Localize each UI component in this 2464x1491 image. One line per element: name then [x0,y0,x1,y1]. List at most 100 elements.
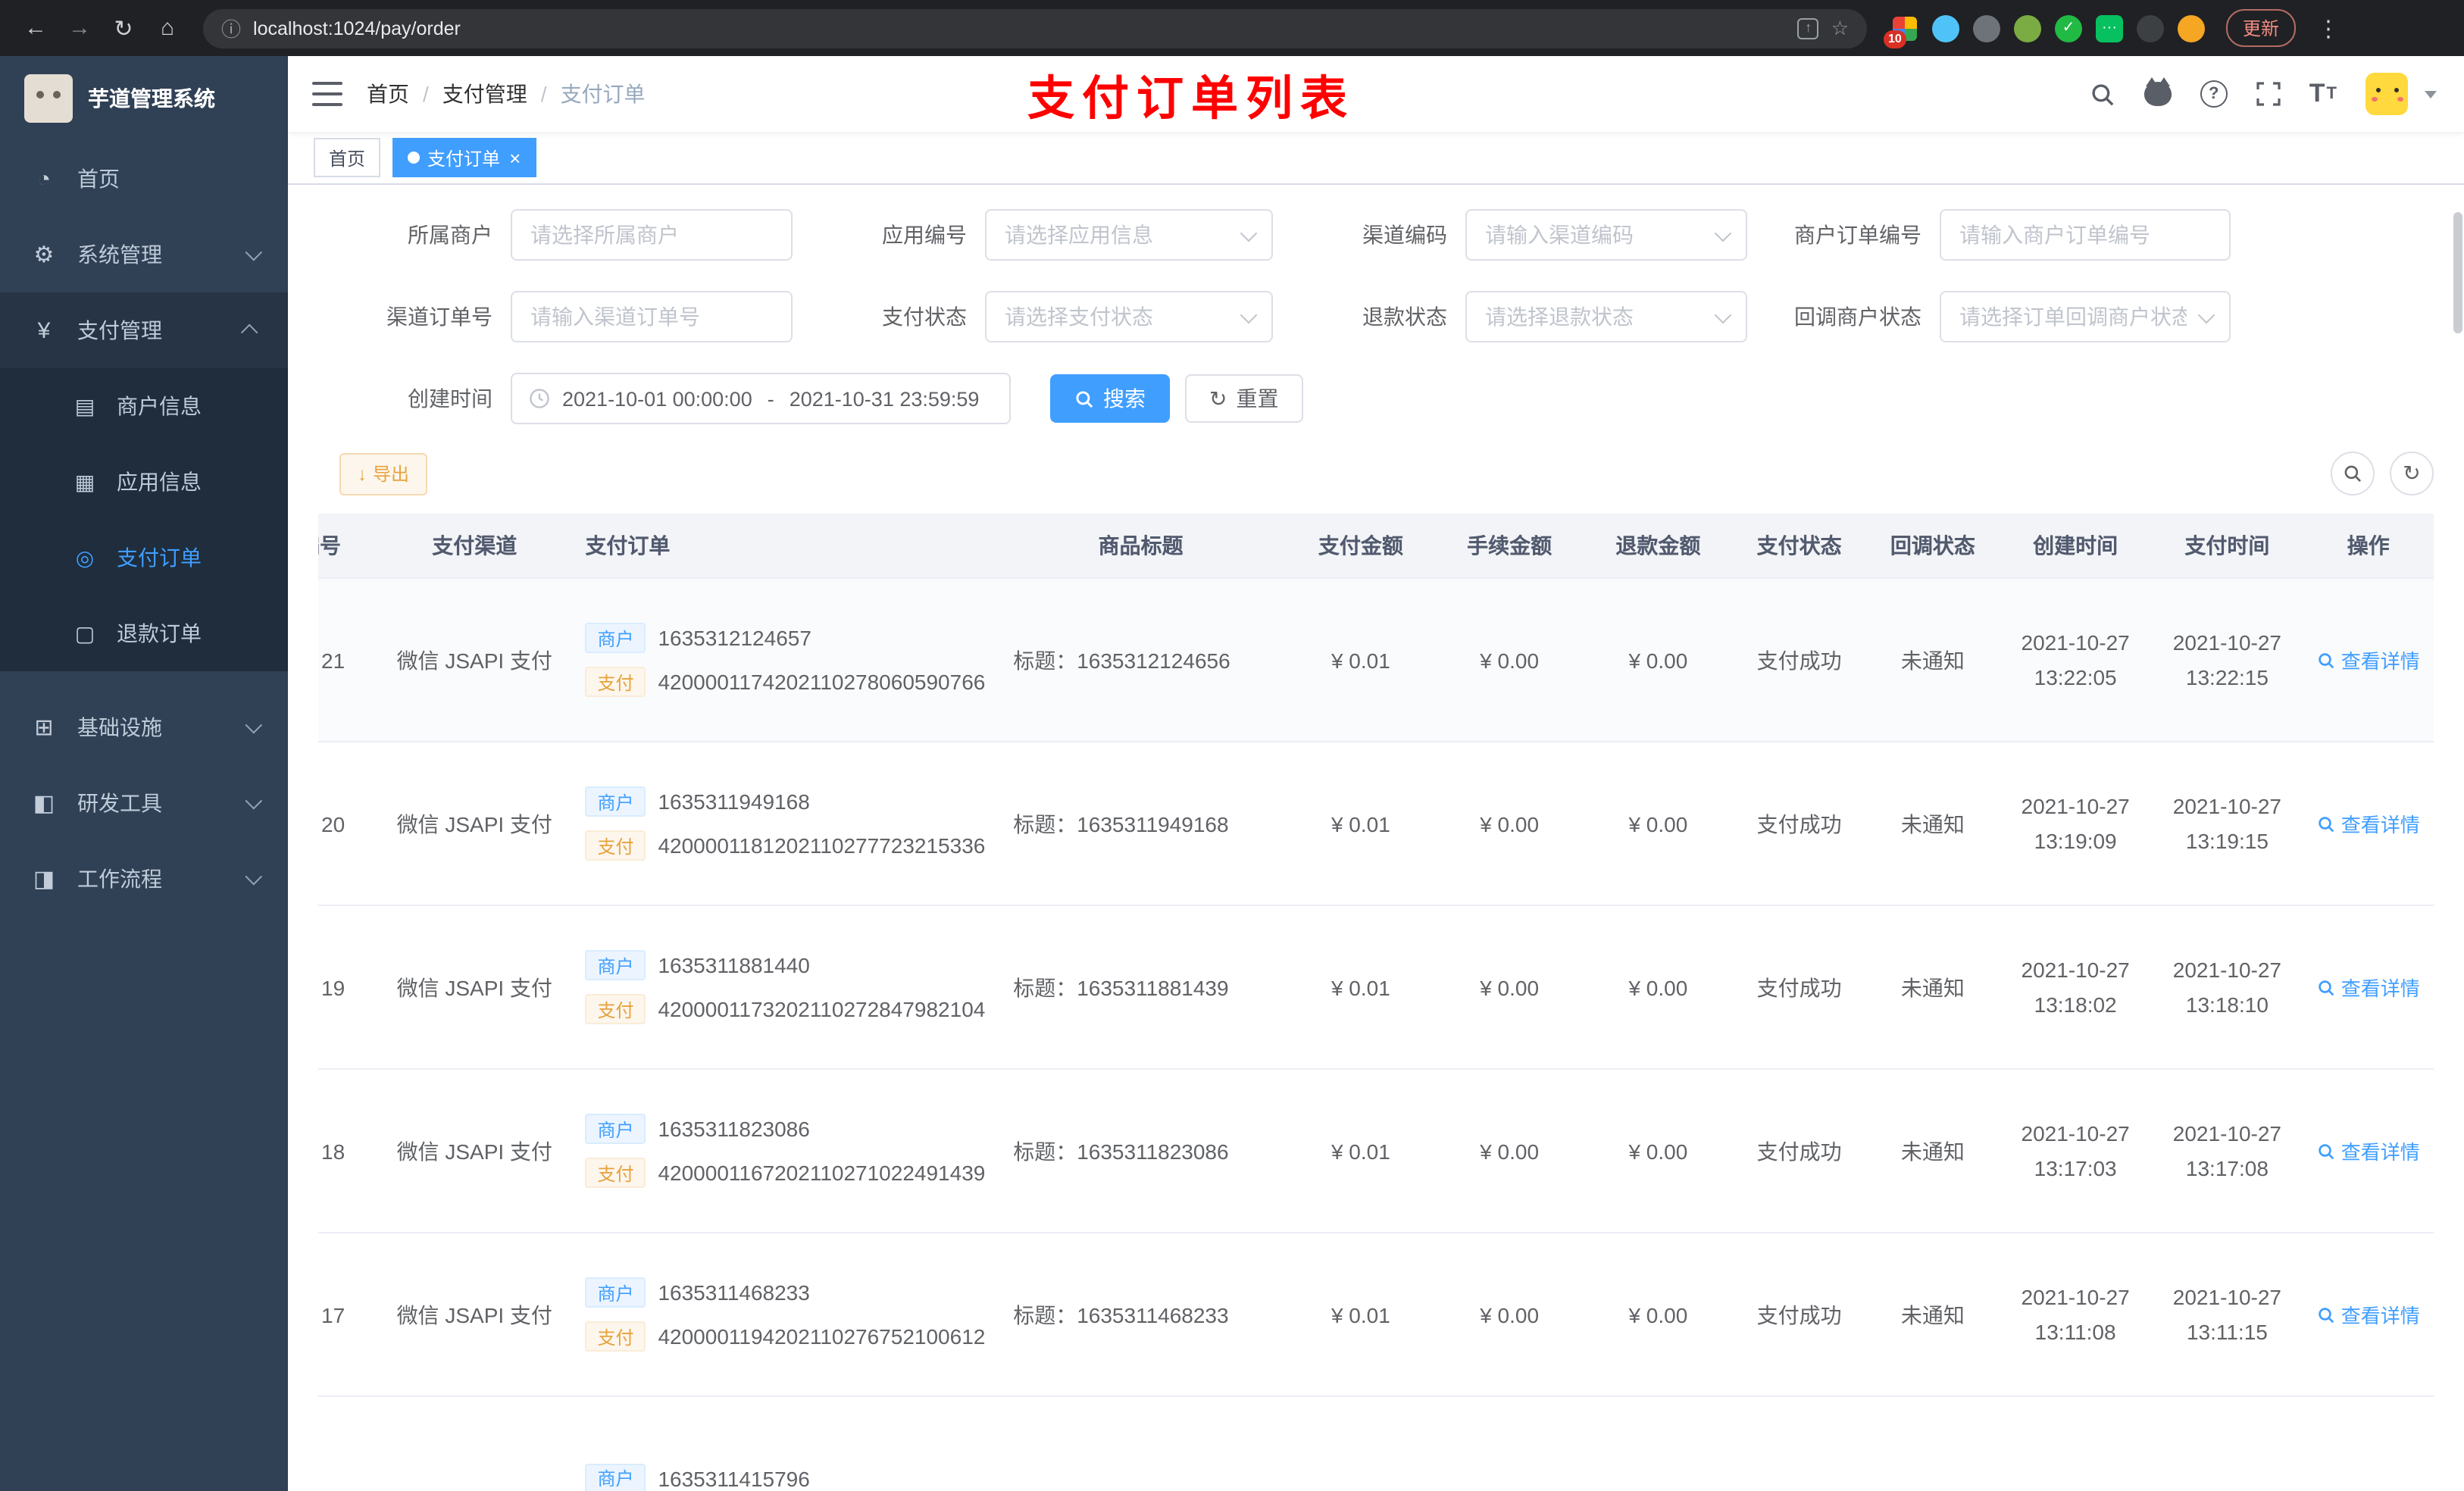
sidebar-item-app-info[interactable]: ▦ 应用信息 [0,444,288,520]
fullscreen-icon[interactable] [2256,82,2281,106]
page-content: 所属商户 应用编号 渠道编码 商户订单编号 [288,185,2464,1491]
table-header-row: 编号 支付渠道 支付订单 商品标题 支付金额 手续金额 退款金额 支付状态 回调… [318,514,2434,579]
refund-status-select[interactable] [1465,291,1747,342]
check-extension-icon[interactable]: ✓ [2055,14,2082,42]
app-id-field [985,209,1273,261]
pay-no: 4200001181202110277723215336 [658,833,986,858]
workflow-icon: ◨ [33,867,55,892]
reset-button[interactable]: ↻ 重置 [1185,374,1303,423]
extensions-puzzle-icon[interactable]: 10 [1884,14,1918,48]
toggle-search-icon[interactable] [2331,452,2375,495]
site-info-icon[interactable]: ⓘ [221,14,241,42]
view-detail-link[interactable]: 查看详情 [2317,1136,2420,1165]
notify-status: 未通知 [1865,905,2000,1070]
infrastructure-icon: ⊞ [34,715,54,741]
pay-time: 2021-10-27 13:19:15 [2172,793,2282,852]
notify-status-label: 回调商户状态 [1794,305,1921,329]
breadcrumb-home[interactable]: 首页 [367,79,409,109]
browser-menu-icon[interactable]: ⋮ [2308,8,2349,48]
date-range-picker[interactable]: 2021-10-01 00:00:00 - 2021-10-31 23:59:5… [511,373,1011,424]
search-icon [2319,816,2334,832]
merchant-tag: 商户 [585,623,646,653]
sidebar: 芋道管理系统 ◔ 首页 ⚙ 系统管理 ¥ 支付管理 ▤ 商户信息 ▦ 应用信息 … [0,56,288,1491]
share-icon[interactable]: ↑ [1797,17,1819,39]
pay-status: 支付成功 [1732,578,1866,742]
sidebar-item-system[interactable]: ⚙ 系统管理 [0,217,288,292]
sidebar-item-devtools[interactable]: ◧ 研发工具 [0,765,288,841]
channel-code-field [1465,209,1747,261]
refund-amount: ¥ 0.00 [1584,1069,1733,1233]
tab-pay-order[interactable]: 支付订单 × [392,138,536,177]
sidebar-item-home[interactable]: ◔ 首页 [0,141,288,217]
search-button[interactable]: 搜索 [1050,374,1170,423]
pay-time: 2021-10-27 13:18:10 [2172,957,2282,1016]
refresh-icon[interactable]: ↻ [2390,452,2434,495]
forward-button[interactable]: → [59,8,100,48]
gray-extension-icon[interactable] [1973,14,2000,42]
merchant-order-no-input[interactable] [1940,209,2231,261]
bookmark-star-icon[interactable]: ☆ [1831,16,1849,40]
search-icon [2319,652,2334,668]
pay-status-field [985,291,1273,342]
browser-window: ← → ↻ ⌂ ⓘ localhost:1024/pay/order ↑ ☆ 1… [0,0,2464,1491]
merchant-tag: 商户 [585,1463,646,1491]
active-dot [408,152,421,164]
chat-extension-icon[interactable]: ··· [2096,14,2123,42]
url-text: localhost:1024/pay/order [253,17,461,39]
search-icon[interactable] [2090,81,2115,107]
navbar-actions: ? TT [2090,73,2437,115]
sidebar-toggle-icon[interactable] [312,82,342,106]
notify-status-select[interactable] [1940,291,2231,342]
avatar-caret-icon[interactable] [2425,90,2437,98]
sidebar-item-merchant-info[interactable]: ▤ 商户信息 [0,368,288,444]
notify-status-field [1940,291,2231,342]
chevron-down-icon [245,716,263,734]
export-button[interactable]: ↓ 导出 [339,452,428,495]
app-id-select[interactable] [985,209,1273,261]
view-detail-link[interactable]: 查看详情 [2317,809,2420,838]
channel-order-no-input[interactable] [511,291,793,342]
fee-amount: ¥ 0.00 [1435,1233,1584,1397]
pay-amount: ¥ 0.01 [1286,578,1435,742]
green-extension-icon[interactable] [2014,14,2041,42]
font-size-icon[interactable]: TT [2309,79,2337,109]
help-icon[interactable]: ? [2200,80,2228,108]
user-avatar[interactable] [2366,73,2408,115]
sidebar-item-pay-order[interactable]: ◎ 支付订单 [0,520,288,595]
tab-home[interactable]: 首页 [314,138,381,177]
back-button[interactable]: ← [15,8,56,48]
breadcrumb-payment[interactable]: 支付管理 [442,79,527,109]
close-icon[interactable]: × [509,148,521,167]
sidebar-item-payment[interactable]: ¥ 支付管理 [0,292,288,368]
pay-amount: ¥ 0.01 [1286,905,1435,1070]
table-row-partial: 商户 1635311415796 [318,1396,2434,1491]
view-detail-link[interactable]: 查看详情 [2317,645,2420,674]
home-button[interactable]: ⌂ [147,8,188,48]
reload-button[interactable]: ↻ [103,8,144,48]
profile-avatar-icon[interactable] [2178,14,2205,42]
water-drop-extension-icon[interactable] [1932,14,1959,42]
refund-amount: ¥ 0.00 [1584,905,1733,1070]
view-detail-link[interactable]: 查看详情 [2317,1300,2420,1329]
create-time: 2021-10-27 13:19:09 [2021,793,2130,852]
pay-status-select[interactable] [985,291,1273,342]
merchant-input[interactable] [511,209,793,261]
filter-row-3: 创建时间 2021-10-01 00:00:00 - 2021-10-31 23… [318,373,2434,424]
refund-status-field [1465,291,1747,342]
github-icon[interactable] [2143,77,2172,106]
pin-extension-icon[interactable] [2137,14,2164,42]
browser-update-button[interactable]: 更新 [2226,9,2297,47]
merchant-tag: 商户 [585,786,646,817]
view-detail-link[interactable]: 查看详情 [2317,973,2420,1002]
chevron-down-icon [245,867,263,886]
pay-order-cell: 商户 1635311468233 支付 4200001194202110276752… [567,1277,995,1352]
target-icon: ◎ [75,545,95,569]
sidebar-item-workflow[interactable]: ◨ 工作流程 [0,841,288,917]
sidebar-item-infrastructure[interactable]: ⊞ 基础设施 [0,689,288,765]
card-icon: ▤ [74,393,95,417]
create-time: 2021-10-27 13:11:08 [2021,1284,2130,1343]
channel-code-select[interactable] [1465,209,1747,261]
scrollbar[interactable] [2453,212,2462,333]
sidebar-item-refund-order[interactable]: ▢ 退款订单 [0,595,288,671]
url-bar[interactable]: ⓘ localhost:1024/pay/order ↑ ☆ [203,8,1867,48]
